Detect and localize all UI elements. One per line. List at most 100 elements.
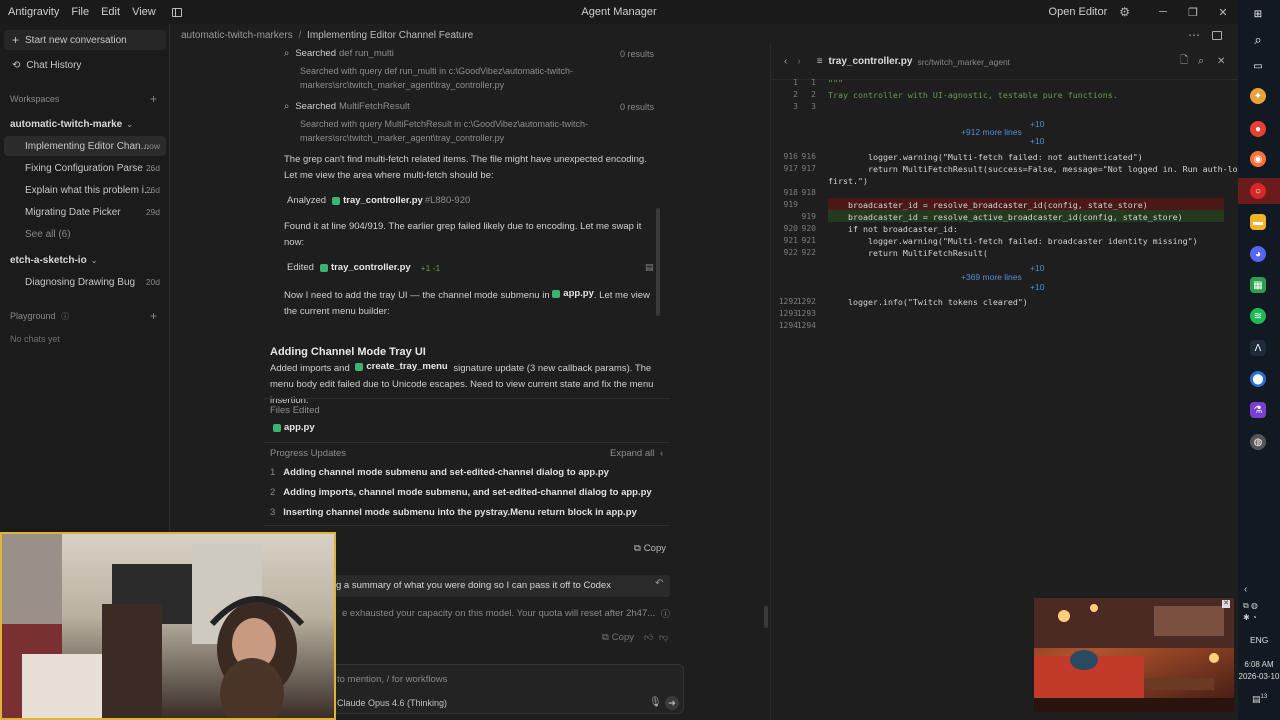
see-all-link[interactable]: See all (6) [4, 224, 166, 244]
chat-item[interactable]: Fixing Configuration Parse ... 26d [4, 158, 166, 178]
no-chats-text: No chats yet [10, 334, 61, 344]
open-diff-icon[interactable]: ▤ [645, 262, 654, 273]
function-chip[interactable]: create_tray_menu [355, 359, 448, 375]
expand-up-10[interactable]: +10 [1030, 119, 1044, 129]
open-file-icon[interactable]: 🗋︎ [1180, 53, 1188, 70]
thumbs-down-icon[interactable]: 👎︎ [659, 632, 668, 643]
open-editor-button[interactable]: Open Editor [1049, 6, 1108, 18]
search-icon[interactable]: ⌕ [1250, 32, 1266, 48]
file-chip[interactable]: app.py [552, 286, 594, 302]
more-options-icon[interactable]: ⋯ [1188, 28, 1200, 42]
workspace-etch-a-sketch-io[interactable]: etch-a-sketch-io ⌄ [4, 250, 166, 270]
microphone-icon[interactable]: 🎙︎ [649, 697, 662, 708]
app-icon[interactable]: ◍ [1250, 434, 1266, 450]
breadcrumb-root[interactable]: automatic-twitch-markers [181, 30, 293, 41]
expand-hidden-lines[interactable]: +912 more lines [961, 127, 1022, 137]
antigravity-icon[interactable]: Λ [1250, 340, 1266, 356]
line-number-new: 917 [801, 164, 816, 173]
chat-history-label: Chat History [26, 59, 82, 71]
copilot-icon[interactable]: ✦ [1250, 88, 1266, 104]
file-chip[interactable]: tray_controller.py [332, 195, 423, 206]
task-view-icon[interactable]: ▭ [1250, 58, 1266, 74]
firefox-icon[interactable]: ◉ [1250, 151, 1266, 167]
thumbs-up-icon[interactable]: 👍︎ [644, 632, 653, 643]
expand-down-10[interactable]: +10 [1030, 282, 1044, 292]
expand-down-10[interactable]: +10 [1030, 136, 1044, 146]
expand-up-10[interactable]: +10 [1030, 263, 1044, 273]
user-message-text: g a summary of what you were doing so I … [336, 580, 611, 591]
panel-resize-handle[interactable] [764, 606, 768, 628]
search-step[interactable]: ⌕ Searched def run_multi 0 results [284, 48, 664, 59]
discord-icon[interactable]: ◕ [1250, 246, 1266, 262]
search-query: MultiFetchResult [339, 101, 410, 112]
clock-date[interactable]: 2026-03-10 [1238, 672, 1280, 681]
maps-icon[interactable]: ⬤ [1250, 371, 1266, 387]
menu-view[interactable]: View [132, 6, 156, 18]
spotify-icon[interactable]: ≋ [1250, 308, 1266, 324]
toggle-sidebar-icon[interactable] [171, 7, 182, 17]
progress-item[interactable]: 1 Adding channel mode submenu and set-ed… [270, 467, 609, 478]
expand-all-button[interactable]: Expand all ‹ [610, 448, 663, 459]
expand-hidden-lines[interactable]: +369 more lines [961, 272, 1022, 282]
forward-icon[interactable]: › [797, 56, 800, 67]
chat-scrollbar[interactable] [656, 208, 660, 316]
obs-icon[interactable]: ○ [1250, 183, 1266, 199]
copy-button[interactable]: ⧉ Copy [634, 543, 666, 554]
file-explorer-icon[interactable]: ▬ [1250, 214, 1266, 230]
minimize-icon[interactable]: ─ [1148, 6, 1178, 18]
notifications-icon[interactable]: ▤13 [1252, 694, 1267, 705]
edited-file-item[interactable]: app.py [273, 422, 315, 433]
workspace-automatic-twitch-markers[interactable]: automatic-twitch-marke ⌄ [4, 114, 166, 134]
back-icon[interactable]: ‹ [784, 56, 787, 67]
add-workspace-icon[interactable]: + [150, 92, 157, 106]
send-icon[interactable]: ➔ [665, 696, 679, 710]
line-number-new: 921 [801, 236, 816, 245]
close-editor-icon[interactable]: ✕ [1217, 56, 1225, 67]
assistant-message: The grep can't find multi-fetch related … [284, 154, 647, 181]
chat-history-button[interactable]: ⟲ Chat History [4, 55, 166, 75]
search-icon[interactable]: ⌕ [1198, 55, 1204, 68]
menu-file[interactable]: File [71, 6, 89, 18]
search-step[interactable]: ⌕ Searched MultiFetchResult 0 results [284, 101, 664, 112]
chat-input[interactable]: to mention, / for workflows ˆClaude Opus… [326, 664, 684, 714]
webcam-overlay [0, 532, 336, 720]
editor-tab-bar: ‹ › ≡ tray_controller.py src/twitch_mark… [770, 44, 1238, 80]
chrome-icon[interactable]: ● [1250, 121, 1266, 137]
chat-item[interactable]: Explain what this problem i... 26d [4, 180, 166, 200]
add-playground-icon[interactable]: + [150, 309, 157, 323]
chat-item[interactable]: Migrating Date Picker 29d [4, 202, 166, 222]
menu-edit[interactable]: Edit [101, 6, 120, 18]
language-indicator[interactable]: ENG [1250, 635, 1268, 645]
restore-icon[interactable]: ❐ [1178, 6, 1208, 19]
windows-start-icon[interactable]: ⊞ [1250, 6, 1266, 22]
info-icon[interactable]: ⓘ [661, 607, 670, 620]
model-selector[interactable]: ˆClaude Opus 4.6 (Thinking) [331, 698, 447, 708]
tray-icons[interactable]: ⧉ ◍ ✱ ◔ [1243, 600, 1258, 624]
start-new-conversation-label: Start new conversation [25, 34, 127, 46]
chat-item[interactable]: Implementing Editor Chan... now [4, 136, 166, 156]
close-overlay-icon[interactable]: ✕ [1222, 600, 1230, 608]
progress-item[interactable]: 3 Inserting channel mode submenu into th… [270, 507, 637, 518]
gear-icon[interactable]: ⚙ [1119, 5, 1130, 19]
file-chip[interactable]: tray_controller.py [319, 262, 411, 273]
chevron-left-icon[interactable]: ‹ [1244, 584, 1247, 595]
start-new-conversation-button[interactable]: + Start new conversation [4, 30, 166, 50]
divider [264, 442, 670, 443]
clock-time[interactable]: 6:08 AM [1244, 660, 1274, 669]
excel-icon[interactable]: ▦ [1250, 277, 1266, 293]
copy-response-button[interactable]: ⧉ Copy [602, 632, 634, 643]
close-icon[interactable]: ✕ [1208, 6, 1238, 19]
chat-item[interactable]: Diagnosing Drawing Bug 20d [4, 272, 166, 292]
analyzed-step[interactable]: Analyzed tray_controller.py #L880-920 [287, 195, 470, 206]
search-query: def run_multi [339, 48, 394, 59]
breadcrumb-current: Implementing Editor Channel Feature [307, 30, 474, 41]
progress-item[interactable]: 2 Adding imports, channel mode submenu, … [270, 487, 652, 498]
edited-step[interactable]: Edited tray_controller.py +1 -1 ▤ [287, 262, 654, 273]
undo-icon[interactable]: ↶ [655, 578, 663, 589]
input-placeholder: to mention, / for workflows [337, 674, 448, 685]
progress-text: Inserting channel mode submenu into the … [283, 507, 637, 518]
progress-number: 3 [270, 507, 276, 518]
assistant-message: Found it at line 904/919. The earlier gr… [284, 221, 642, 248]
split-pane-icon[interactable] [1212, 31, 1222, 40]
flask-icon[interactable]: ⚗ [1250, 402, 1266, 418]
